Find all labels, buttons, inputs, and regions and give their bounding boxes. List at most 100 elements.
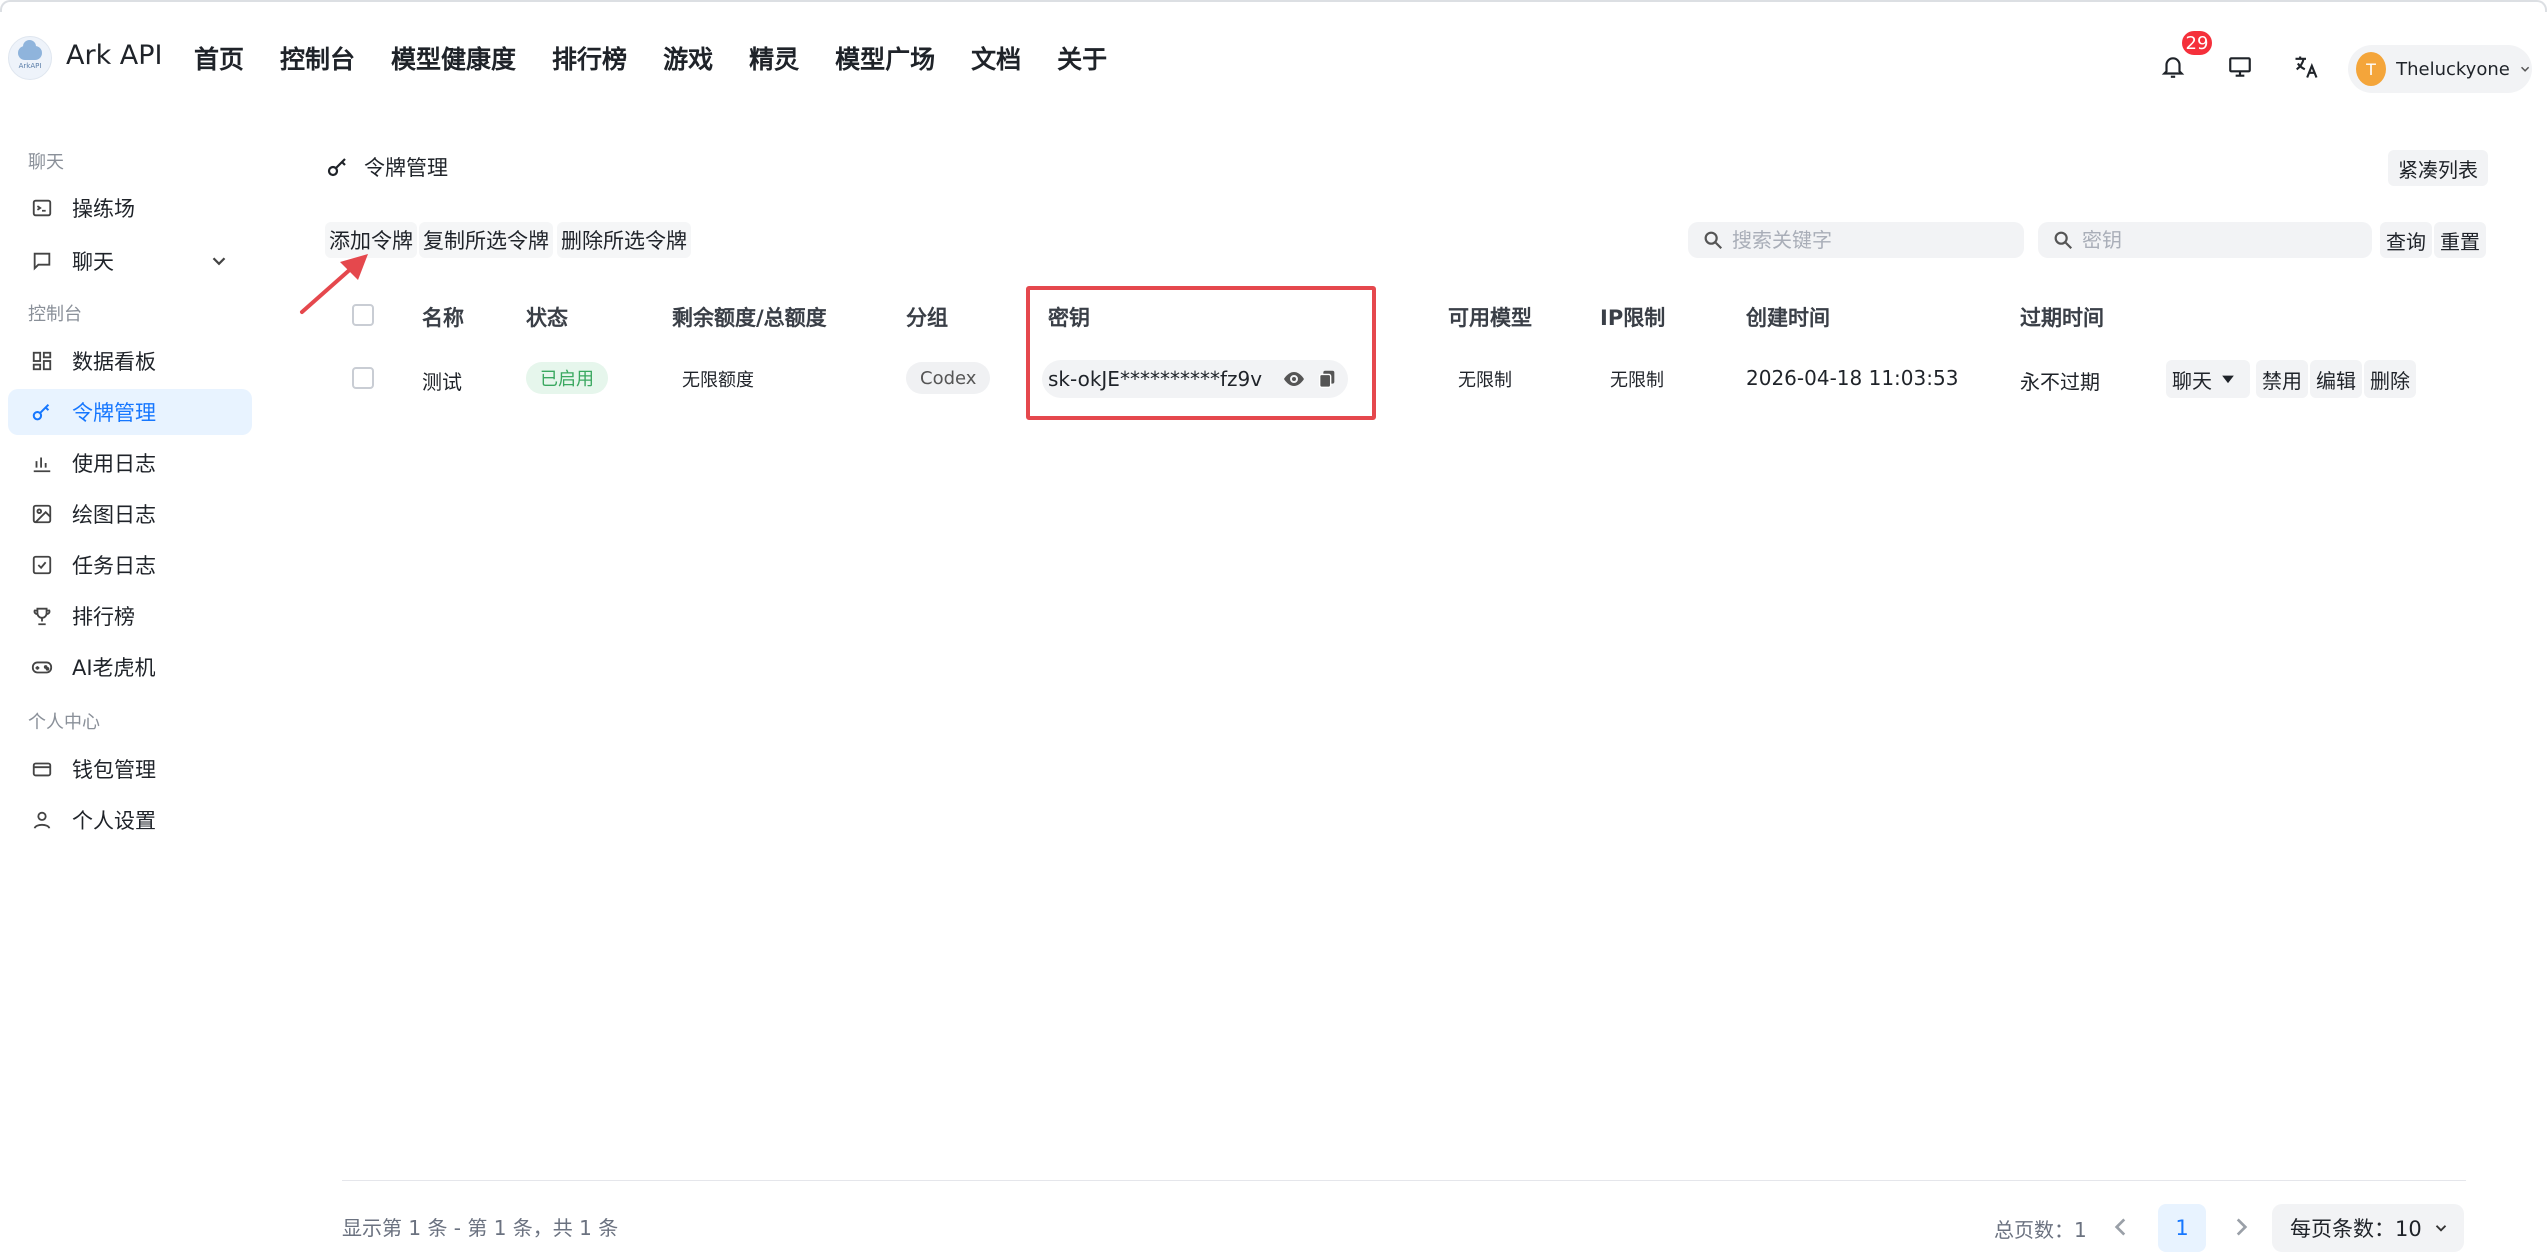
nav-model-square[interactable]: 模型广场: [835, 40, 935, 76]
key-icon: [327, 158, 346, 177]
nav-games[interactable]: 游戏: [663, 40, 713, 76]
page-number-button[interactable]: 1: [2158, 1204, 2206, 1252]
key-column-highlight: [1026, 286, 1376, 420]
keyword-search-input[interactable]: [1732, 228, 1972, 252]
sidebar-item-label: 排行榜: [72, 605, 135, 629]
reset-button[interactable]: 重置: [2434, 222, 2486, 258]
sidebar-item-wallet[interactable]: 钱包管理: [8, 746, 252, 792]
sidebar-item-playground[interactable]: 操练场: [8, 185, 252, 231]
group-badge: Codex: [906, 362, 991, 394]
sidebar-section-console: 控制台: [28, 304, 82, 325]
sidebar-item-ai-slot-machine[interactable]: AI老虎机: [8, 644, 252, 690]
logo-text: ArkAPI: [18, 62, 42, 70]
ip-limit-value: 无限制: [1610, 370, 1664, 391]
nav-model-health[interactable]: 模型健康度: [391, 40, 516, 76]
page-size-select[interactable]: 每页条数：10: [2272, 1204, 2464, 1252]
language-button[interactable]: [2281, 42, 2331, 92]
sidebar-section-chat: 聊天: [28, 152, 64, 173]
trophy-icon: [30, 604, 54, 628]
created-time: 2026-04-18 11:03:53: [1746, 366, 1959, 390]
column-header-created: 创建时间: [1746, 306, 1830, 330]
user-menu[interactable]: T Theluckyone: [2348, 45, 2532, 93]
sidebar-item-task-log[interactable]: 任务日志: [8, 542, 252, 588]
image-icon: [30, 502, 54, 526]
key-icon: [30, 400, 54, 424]
sidebar-item-label: 钱包管理: [72, 758, 156, 782]
column-header-ip-limit: IP限制: [1600, 306, 1666, 330]
sidebar-item-dashboard[interactable]: 数据看板: [8, 338, 252, 384]
column-header-status: 状态: [526, 306, 568, 330]
select-all-checkbox[interactable]: [352, 304, 374, 326]
checkbox-icon: [30, 553, 54, 577]
sidebar-item-drawing-log[interactable]: 绘图日志: [8, 491, 252, 537]
caret-down-icon[interactable]: [2218, 369, 2238, 389]
search-icon: [2054, 231, 2073, 250]
column-header-group: 分组: [906, 306, 948, 330]
sidebar-item-label: 令牌管理: [72, 401, 156, 425]
nav-sprite[interactable]: 精灵: [749, 40, 799, 76]
brand-logo[interactable]: ArkAPI: [8, 36, 52, 80]
token-name: 测试: [422, 370, 462, 394]
sidebar-item-label: 数据看板: [72, 350, 156, 374]
copy-selected-tokens-button[interactable]: 复制所选令牌: [419, 222, 553, 258]
notification-badge: 29: [2180, 29, 2214, 57]
chevron-down-icon[interactable]: [208, 250, 230, 272]
translate-icon: [2295, 56, 2318, 78]
sidebar-item-usage-log[interactable]: 使用日志: [8, 440, 252, 486]
expire-time: 永不过期: [2020, 370, 2100, 394]
sidebar-item-leaderboard[interactable]: 排行榜: [8, 593, 252, 639]
column-header-quota: 剩余额度/总额度: [672, 306, 827, 330]
chat-button[interactable]: 聊天: [2166, 360, 2250, 398]
bell-icon: [2161, 57, 2185, 78]
user-icon: [30, 808, 54, 832]
pagination-summary: 显示第 1 条 - 第 1 条，共 1 条: [342, 1216, 619, 1240]
sidebar-item-token-management[interactable]: 令牌管理: [8, 389, 252, 435]
row-checkbox[interactable]: [352, 367, 374, 389]
gamepad-icon: [30, 655, 54, 679]
page-title-text: 令牌管理: [364, 156, 448, 180]
chat-button-label: 聊天: [2172, 368, 2212, 393]
nav-home[interactable]: 首页: [194, 40, 244, 76]
disable-button[interactable]: 禁用: [2256, 360, 2308, 398]
key-search[interactable]: [2038, 222, 2372, 258]
brand-name[interactable]: Ark API: [66, 40, 163, 71]
cloud-icon: [18, 40, 42, 60]
sidebar-item-label: 使用日志: [72, 452, 156, 476]
table-divider: [342, 1180, 2466, 1181]
total-pages: 总页数：1: [1994, 1218, 2087, 1242]
display-button[interactable]: [2215, 42, 2265, 92]
delete-selected-tokens-button[interactable]: 删除所选令牌: [557, 222, 691, 258]
edit-button[interactable]: 编辑: [2310, 360, 2362, 398]
delete-button[interactable]: 删除: [2364, 360, 2416, 398]
top-header: ArkAPI Ark API 首页 控制台 模型健康度 排行榜 游戏 精灵 模型…: [0, 12, 2547, 102]
sidebar-section-personal: 个人中心: [28, 712, 100, 733]
nav-leaderboard[interactable]: 排行榜: [552, 40, 627, 76]
sidebar-item-chat[interactable]: 聊天: [8, 238, 252, 284]
query-button[interactable]: 查询: [2380, 222, 2432, 258]
column-header-models: 可用模型: [1448, 306, 1532, 330]
sidebar-item-label: 任务日志: [72, 554, 156, 578]
keyword-search[interactable]: [1688, 222, 2024, 258]
quota-value: 无限额度: [682, 370, 754, 391]
column-header-expires: 过期时间: [2020, 306, 2104, 330]
nav-docs[interactable]: 文档: [971, 40, 1021, 76]
nav-about[interactable]: 关于: [1057, 40, 1107, 76]
window-frame: [0, 0, 2547, 12]
wallet-icon: [30, 757, 54, 781]
sidebar-item-label: AI老虎机: [72, 656, 156, 680]
page-size-label: 每页条数：10: [2290, 1217, 2422, 1241]
models-value: 无限制: [1458, 370, 1512, 391]
chevron-down-icon: [2520, 66, 2529, 72]
sidebar-item-settings[interactable]: 个人设置: [8, 797, 252, 843]
chevron-down-icon: [2435, 1225, 2446, 1232]
key-search-input[interactable]: [2082, 228, 2322, 252]
sidebar-item-label: 聊天: [72, 250, 114, 274]
compact-list-toggle[interactable]: 紧凑列表: [2388, 150, 2488, 186]
column-header-name: 名称: [422, 306, 464, 330]
nav-console[interactable]: 控制台: [280, 40, 355, 76]
chat-bubble-icon: [30, 249, 54, 273]
avatar: T: [2356, 52, 2387, 86]
main-nav: 首页 控制台 模型健康度 排行榜 游戏 精灵 模型广场 文档 关于: [194, 40, 1143, 76]
chevron-right-icon[interactable]: [2228, 1214, 2254, 1240]
chevron-left-icon[interactable]: [2108, 1214, 2134, 1240]
